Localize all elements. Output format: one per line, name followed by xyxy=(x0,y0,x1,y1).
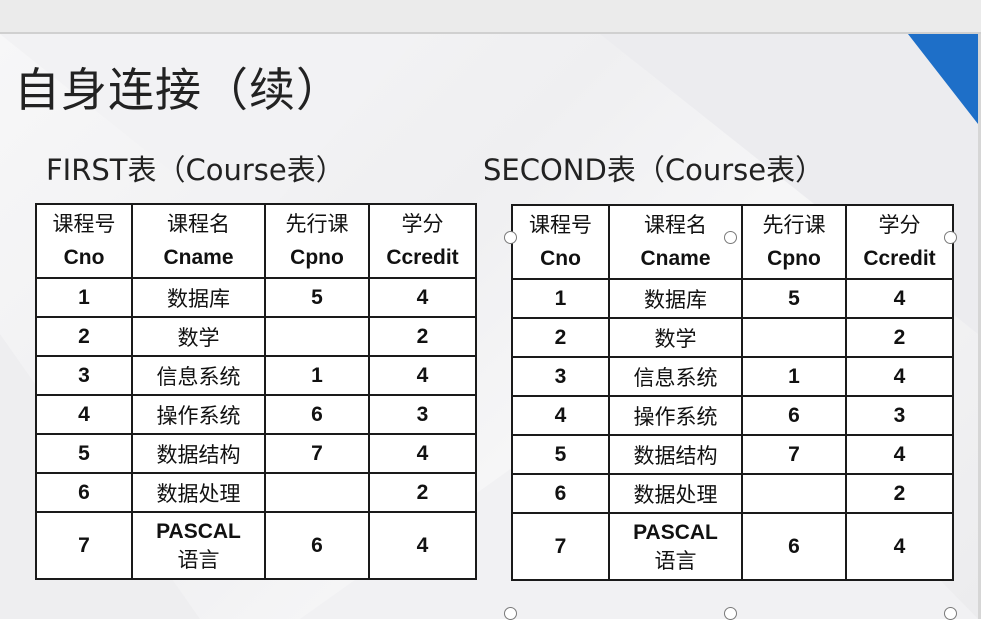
cell-cname: PASCAL 语言 xyxy=(608,512,743,581)
cell-cno: 1 xyxy=(511,278,610,319)
header-cpno: 先行课 Cpno xyxy=(264,203,370,279)
cell-cno: 1 xyxy=(35,277,133,318)
cell-ccredit: 2 xyxy=(845,317,954,358)
cell-cpno: 6 xyxy=(264,511,370,580)
cell-cname: 数据处理 xyxy=(131,472,266,513)
cell-ccredit: 4 xyxy=(368,433,477,474)
cell-cname: 数据结构 xyxy=(131,433,266,474)
cell-cpno xyxy=(741,317,847,358)
cell-cno: 2 xyxy=(511,317,610,358)
cell-ccredit: 2 xyxy=(368,472,477,513)
header-cpno: 先行课 Cpno xyxy=(741,204,847,280)
cell-ccredit: 4 xyxy=(368,511,477,580)
corner-accent-triangle xyxy=(908,34,978,124)
cell-ccredit: 4 xyxy=(845,512,954,581)
table-row: 2 数学 2 xyxy=(35,316,477,357)
cell-cno: 6 xyxy=(511,473,610,514)
resize-handle-top-left[interactable] xyxy=(504,231,517,244)
cell-cno: 4 xyxy=(35,394,133,435)
editor-top-bar xyxy=(0,0,981,34)
cell-cname: PASCAL 语言 xyxy=(131,511,266,580)
cell-cno: 6 xyxy=(35,472,133,513)
slide-title: 自身连接（续） xyxy=(14,63,343,117)
header-ccredit: 学分 Ccredit xyxy=(368,203,477,279)
cell-ccredit: 4 xyxy=(845,278,954,319)
cell-cname: 数据处理 xyxy=(608,473,743,514)
resize-handle-top-middle[interactable] xyxy=(724,231,737,244)
table-row: 7 PASCAL 语言 6 4 xyxy=(511,512,954,581)
cell-ccredit: 2 xyxy=(368,316,477,357)
header-cno: 课程号 Cno xyxy=(511,204,610,280)
cell-cname: 操作系统 xyxy=(608,395,743,436)
cell-cno: 5 xyxy=(511,434,610,475)
cell-cpno: 5 xyxy=(264,277,370,318)
second-table-caption: SECOND表（Course表） xyxy=(483,153,825,187)
first-course-table: 课程号 Cno 课程名 Cname 先行课 Cpno 学分 Ccredit 1 数据库 … xyxy=(35,203,477,580)
cell-ccredit: 4 xyxy=(368,355,477,396)
first-table-caption: FIRST表（Course表） xyxy=(46,153,345,187)
cell-cpno: 1 xyxy=(264,355,370,396)
second-course-table[interactable]: 课程号 Cno 课程名 Cname 先行课 Cpno 学分 Ccredit 1 数据库 … xyxy=(511,204,954,581)
table-row: 5 数据结构 7 4 xyxy=(35,433,477,474)
cell-cpno: 6 xyxy=(741,512,847,581)
cell-cpno: 7 xyxy=(741,434,847,475)
cell-cpno: 7 xyxy=(264,433,370,474)
header-cname: 课程名 Cname xyxy=(131,203,266,279)
cell-cpno: 6 xyxy=(741,395,847,436)
cell-cno: 7 xyxy=(35,511,133,580)
table-row: 1 数据库 5 4 xyxy=(511,278,954,319)
cell-cpno xyxy=(741,473,847,514)
table-row: 3 信息系统 1 4 xyxy=(35,355,477,396)
cell-ccredit: 3 xyxy=(368,394,477,435)
cell-cpno: 1 xyxy=(741,356,847,397)
cell-cname: 信息系统 xyxy=(608,356,743,397)
cell-cname: 信息系统 xyxy=(131,355,266,396)
cell-cname: 数据结构 xyxy=(608,434,743,475)
cell-cname: 数学 xyxy=(608,317,743,358)
cell-ccredit: 4 xyxy=(845,356,954,397)
resize-handle-bottom-middle[interactable] xyxy=(724,607,737,620)
header-ccredit: 学分 Ccredit xyxy=(845,204,954,280)
resize-handle-bottom-right[interactable] xyxy=(944,607,957,620)
table-row: 5 数据结构 7 4 xyxy=(511,434,954,475)
cell-ccredit: 3 xyxy=(845,395,954,436)
cell-cpno: 6 xyxy=(264,394,370,435)
cell-cname: 操作系统 xyxy=(131,394,266,435)
table-row: 1 数据库 5 4 xyxy=(35,277,477,318)
table-row: 6 数据处理 2 xyxy=(35,472,477,513)
cell-cno: 3 xyxy=(35,355,133,396)
resize-handle-top-right[interactable] xyxy=(944,231,957,244)
cell-cname: 数据库 xyxy=(608,278,743,319)
table-row: 7 PASCAL 语言 6 4 xyxy=(35,511,477,580)
cell-cno: 2 xyxy=(35,316,133,357)
table-row: 4 操作系统 6 3 xyxy=(511,395,954,436)
cell-ccredit: 2 xyxy=(845,473,954,514)
cell-cno: 4 xyxy=(511,395,610,436)
cell-cname: 数据库 xyxy=(131,277,266,318)
table-row: 4 操作系统 6 3 xyxy=(35,394,477,435)
header-cno: 课程号 Cno xyxy=(35,203,133,279)
table-header-row: 课程号 Cno 课程名 Cname 先行课 Cpno 学分 Ccredit xyxy=(35,203,477,279)
cell-cname: 数学 xyxy=(131,316,266,357)
table-row: 6 数据处理 2 xyxy=(511,473,954,514)
cell-cpno xyxy=(264,472,370,513)
cell-ccredit: 4 xyxy=(845,434,954,475)
cell-cno: 3 xyxy=(511,356,610,397)
table-row: 3 信息系统 1 4 xyxy=(511,356,954,397)
cell-cno: 5 xyxy=(35,433,133,474)
cell-ccredit: 4 xyxy=(368,277,477,318)
cell-cno: 7 xyxy=(511,512,610,581)
cell-cpno xyxy=(264,316,370,357)
header-cname: 课程名 Cname xyxy=(608,204,743,280)
resize-handle-bottom-left[interactable] xyxy=(504,607,517,620)
table-row: 2 数学 2 xyxy=(511,317,954,358)
cell-cpno: 5 xyxy=(741,278,847,319)
